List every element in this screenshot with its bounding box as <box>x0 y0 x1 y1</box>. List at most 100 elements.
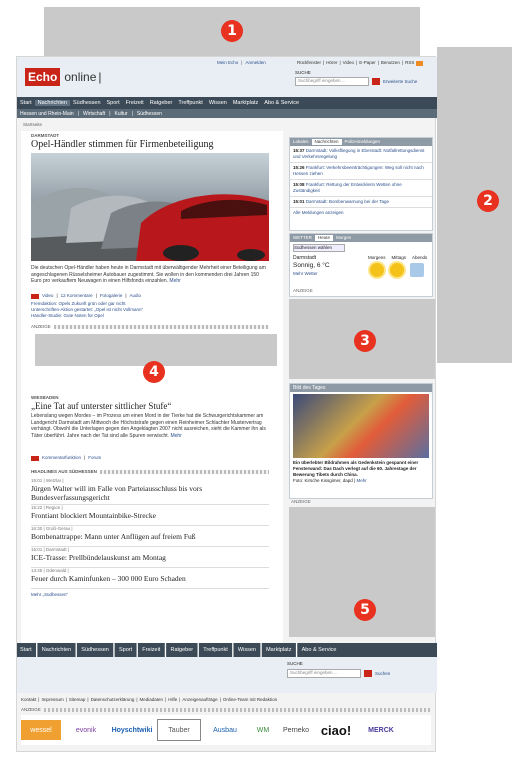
lead-photo[interactable] <box>31 153 269 261</box>
nav-treffpunkt[interactable]: Treffpunkt <box>175 100 205 106</box>
footer-nav-item[interactable]: Ratgeber <box>167 647 196 653</box>
headline-title[interactable]: Feuer durch Kaminfunken – 300 000 Euro S… <box>31 574 269 583</box>
service-link[interactable]: Benutzen <box>381 60 400 66</box>
footer-nav-item[interactable]: Treffpunkt <box>200 647 230 653</box>
tab-heute[interactable]: Heute <box>315 235 334 241</box>
lead-more-link[interactable]: Mehr <box>169 278 180 284</box>
sponsor-logo[interactable]: Tauber <box>157 719 201 741</box>
rss-icon[interactable] <box>416 60 424 66</box>
lead-meta-video[interactable]: Video <box>42 293 53 299</box>
footer-link[interactable]: Datenschutzerklärung <box>91 697 135 703</box>
service-link[interactable]: Hörer <box>326 60 337 66</box>
news-ticker-item[interactable]: 15:37 Darmstadt: Volksfliegung in Eberst… <box>290 146 432 163</box>
advanced-search-link[interactable]: Erweiterte Suche <box>383 79 417 85</box>
footer-link[interactable]: Anzeigenaufträge <box>182 697 217 703</box>
login-link[interactable]: Anmelden <box>245 60 265 66</box>
sponsor-logo[interactable]: Ausbau <box>205 720 245 740</box>
headline-title[interactable]: Jürgen Walter will im Falle von Parteiau… <box>31 484 269 502</box>
nav-ratgeber[interactable]: Ratgeber <box>147 100 176 106</box>
nav-suedhessen[interactable]: Südhessen <box>70 100 104 106</box>
story2-meta-comments[interactable]: Kommentarfunktion <box>42 455 81 461</box>
sponsor-logo[interactable]: evonik <box>65 720 107 740</box>
footer-link[interactable]: Impressum <box>41 697 63 703</box>
sponsor-logo[interactable]: Perneko <box>281 718 311 742</box>
news-ticker-item[interactable]: 15:01 Darmstadt: Bombenwarnung bei der T… <box>290 197 432 208</box>
nav-freizeit[interactable]: Freizeit <box>123 100 147 106</box>
footer-link[interactable]: Kontakt <box>21 697 36 703</box>
footer-nav-item[interactable]: Nachrichten <box>39 647 74 653</box>
sponsor-logo[interactable]: wessel <box>21 720 61 740</box>
headline-title[interactable]: ICE-Trasse: Prellbündelauskunst am Monta… <box>31 553 269 562</box>
photo-more-link[interactable]: Mehr <box>356 478 366 483</box>
footer-link[interactable]: Hilfe <box>168 697 177 703</box>
headlines-more-link[interactable]: Mehr „Südhessen“ <box>31 592 269 598</box>
tab-nachrichten[interactable]: Nachrichten <box>311 139 342 145</box>
news-text[interactable]: Darmstadt: Bombenwarnung bei der Tage <box>306 199 389 204</box>
footer-link[interactable]: Online-Team mit Redaktion <box>223 697 277 703</box>
footer-nav-item[interactable]: Start <box>17 647 35 653</box>
footer-nav-item[interactable]: Südhessen <box>78 647 112 653</box>
footer-link[interactable]: Mediadaten <box>140 697 164 703</box>
footer-nav-item[interactable]: Freizeit <box>139 647 163 653</box>
footer-search-input[interactable]: Suchbegriff eingeben ... <box>287 669 361 678</box>
tab-morgen[interactable]: Morgen <box>333 235 354 241</box>
news-ticker-item[interactable]: 15:26 Frankfurt: Verkehrsbeeinträchtigun… <box>290 163 432 180</box>
subnav-item[interactable]: Südhessen <box>137 111 162 117</box>
news-text[interactable]: Frankfurt: Rettung der Entwicklerin Wett… <box>293 182 402 193</box>
headline-item[interactable]: 16:30 | Groß-Gerau | Bombenattrappe: Man… <box>31 526 269 547</box>
lead-title[interactable]: Opel-Händler stimmen für Firmenbeteiligu… <box>31 139 213 150</box>
headline-title[interactable]: Frontiant blockiert Mountainbike-Strecke <box>31 511 269 520</box>
search-input[interactable]: Suchbegriff eingeben ... <box>295 77 369 86</box>
related-link[interactable]: Händler-Studie: Gute Noten für Opel <box>31 313 104 319</box>
breadcrumb[interactable]: Startseite <box>23 122 42 128</box>
nav-start[interactable]: Start <box>17 100 35 106</box>
story2-meta-forum[interactable]: Forum <box>88 455 101 461</box>
tab-polizeimeldungen[interactable]: Polizeimeldungen <box>342 139 384 145</box>
service-link[interactable]: E-Paper <box>359 60 376 66</box>
service-link[interactable]: Video <box>343 60 354 66</box>
headline-title[interactable]: Bombenattrappe: Mann unter Anflügen auf … <box>31 532 269 541</box>
news-text[interactable]: Darmstadt: Volksfliegung in Eberstadt: N… <box>293 148 424 159</box>
lead-meta-audio[interactable]: Audio <box>130 293 142 299</box>
headline-item[interactable]: 15:22 | Region | Frontiant blockiert Mou… <box>31 505 269 526</box>
footer-nav-item[interactable]: Marktplatz <box>263 647 294 653</box>
news-more-link[interactable]: Alle Meldungen anzeigen <box>290 208 432 218</box>
footer-nav-item[interactable]: Abo & Service <box>299 647 340 653</box>
my-echo-link[interactable]: Mein Echo <box>217 60 238 66</box>
tab-lokales[interactable]: Lokales <box>290 139 312 145</box>
weather-more-link[interactable]: Mehr Wetter <box>293 271 318 277</box>
sponsor-logo[interactable]: Hoyschtwiki <box>111 720 153 740</box>
lead-meta-gallery[interactable]: Fotogalerie <box>100 293 123 299</box>
service-link[interactable]: Rückfenster <box>297 60 321 66</box>
nav-marktplatz[interactable]: Marktplatz <box>230 100 261 106</box>
echo-online-logo[interactable]: Echo online | <box>25 67 102 87</box>
subnav-item[interactable]: Wirtschaft <box>83 111 105 117</box>
skyscraper-ad[interactable] <box>437 47 512 363</box>
news-ticker-item[interactable]: 15:08 Frankfurt: Rettung der Entwickleri… <box>290 180 432 197</box>
headline-item[interactable]: 15:01 | Wetzlar | Jürgen Walter will im … <box>31 478 269 505</box>
footer-nav-item[interactable]: Sport <box>116 647 135 653</box>
footer-search-button[interactable]: Suchen <box>375 671 390 677</box>
nav-nachrichten[interactable]: Nachrichten <box>34 100 70 106</box>
nav-abo[interactable]: Abo & Service <box>261 100 302 106</box>
sponsor-logo[interactable]: ciao! <box>315 718 357 742</box>
search-go-icon[interactable] <box>372 78 380 85</box>
news-text[interactable]: Frankfurt: Verkehrsbeeinträchtigungen: W… <box>293 165 424 176</box>
footer-nav-item[interactable]: Wissen <box>235 647 259 653</box>
story2-more-link[interactable]: Mehr <box>170 433 181 439</box>
subnav-item[interactable]: Kultur <box>115 111 128 117</box>
footer-search-go-icon[interactable] <box>364 670 372 677</box>
nav-sport[interactable]: Sport <box>104 100 123 106</box>
lead-meta-comments[interactable]: 12 Kommentare <box>61 293 93 299</box>
region-select[interactable]: Südhessen wählen <box>293 244 345 252</box>
sponsor-logo[interactable]: WM <box>249 718 277 742</box>
service-link[interactable]: RSS <box>405 60 414 66</box>
nav-wissen[interactable]: Wissen <box>206 100 230 106</box>
headline-item[interactable]: 13:45 | Odenwald | Feuer durch Kaminfunk… <box>31 568 269 589</box>
subnav-item[interactable]: Hessen und Rhein-Main <box>20 111 74 117</box>
footer-link[interactable]: Sitemap <box>69 697 86 703</box>
photo-of-day-image[interactable] <box>293 394 429 458</box>
headline-item[interactable]: 15:01 | Darmstadt | ICE-Trasse: Prellbün… <box>31 547 269 568</box>
sponsor-logo[interactable]: MERCK <box>361 720 401 740</box>
story2-title[interactable]: „Eine Tat auf unterster sittlicher Stufe… <box>31 401 171 411</box>
